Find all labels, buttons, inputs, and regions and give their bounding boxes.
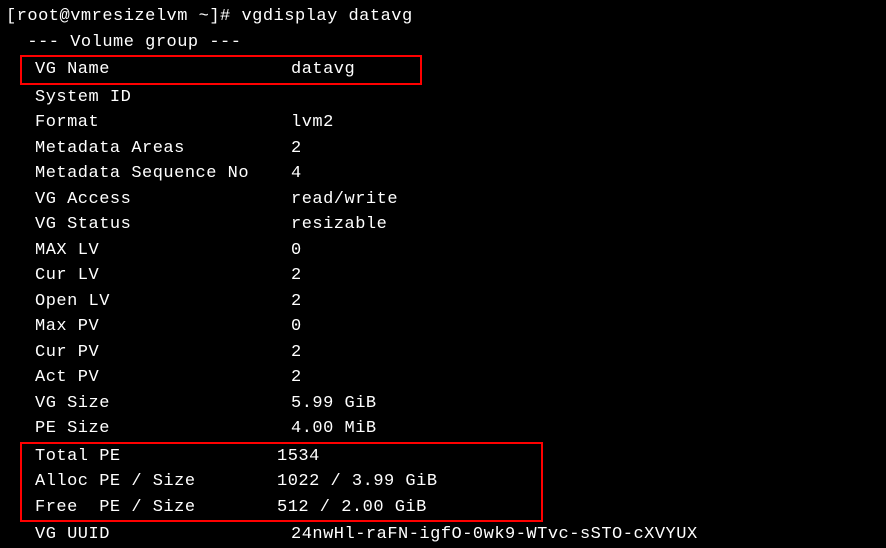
highlight-vg-name: VG Namedatavg — [20, 55, 422, 85]
label-open-lv: Open LV — [35, 289, 291, 315]
value-pe-size: 4.00 MiB — [291, 416, 377, 442]
label-format: Format — [35, 110, 291, 136]
label-total-pe: Total PE — [35, 444, 277, 470]
label-cur-pv: Cur PV — [35, 340, 291, 366]
row-max-lv: MAX LV0 — [6, 238, 880, 264]
label-vg-size: VG Size — [35, 391, 291, 417]
label-pe-size: PE Size — [35, 416, 291, 442]
row-free-pe: Free PE / Size512 / 2.00 GiB — [35, 495, 541, 521]
label-max-pv: Max PV — [35, 314, 291, 340]
label-vg-status: VG Status — [35, 212, 291, 238]
value-cur-pv: 2 — [291, 340, 302, 366]
value-open-lv: 2 — [291, 289, 302, 315]
label-system-id: System ID — [35, 85, 291, 111]
row-vg-access: VG Accessread/write — [6, 187, 880, 213]
label-vg-name: VG Name — [35, 57, 291, 83]
label-max-lv: MAX LV — [35, 238, 291, 264]
prompt-command: vgdisplay datavg — [241, 7, 412, 26]
value-vg-status: resizable — [291, 212, 387, 238]
value-act-pv: 2 — [291, 365, 302, 391]
row-metadata-areas: Metadata Areas2 — [6, 136, 880, 162]
row-format: Formatlvm2 — [6, 110, 880, 136]
row-system-id: System ID — [6, 85, 880, 111]
row-open-lv: Open LV2 — [6, 289, 880, 315]
row-act-pv: Act PV2 — [6, 365, 880, 391]
command-prompt: [root@vmresizelvm ~]# vgdisplay datavg — [6, 4, 880, 30]
value-format: lvm2 — [291, 110, 334, 136]
row-total-pe: Total PE1534 — [35, 444, 541, 470]
value-metadata-seq-no: 4 — [291, 161, 302, 187]
value-vg-access: read/write — [291, 187, 398, 213]
value-total-pe: 1534 — [277, 444, 320, 470]
row-metadata-seq-no: Metadata Sequence No4 — [6, 161, 880, 187]
label-metadata-areas: Metadata Areas — [35, 136, 291, 162]
row-cur-pv: Cur PV2 — [6, 340, 880, 366]
highlight-pe-info: Total PE1534 Alloc PE / Size1022 / 3.99 … — [20, 442, 543, 523]
value-max-lv: 0 — [291, 238, 302, 264]
label-free-pe: Free PE / Size — [35, 495, 277, 521]
label-metadata-seq-no: Metadata Sequence No — [35, 161, 291, 187]
value-metadata-areas: 2 — [291, 136, 302, 162]
row-cur-lv: Cur LV2 — [6, 263, 880, 289]
prompt-user-host: [root@vmresizelvm ~]# — [6, 7, 231, 26]
label-vg-access: VG Access — [35, 187, 291, 213]
row-vg-status: VG Statusresizable — [6, 212, 880, 238]
row-max-pv: Max PV0 — [6, 314, 880, 340]
label-cur-lv: Cur LV — [35, 263, 291, 289]
row-vg-size: VG Size5.99 GiB — [6, 391, 880, 417]
row-pe-size: PE Size4.00 MiB — [6, 416, 880, 442]
section-header: --- Volume group --- — [6, 30, 880, 56]
value-alloc-pe: 1022 / 3.99 GiB — [277, 469, 438, 495]
row-vg-name: VG Namedatavg — [35, 57, 420, 83]
value-vg-name: datavg — [291, 57, 355, 83]
label-alloc-pe: Alloc PE / Size — [35, 469, 277, 495]
value-free-pe: 512 / 2.00 GiB — [277, 495, 427, 521]
value-max-pv: 0 — [291, 314, 302, 340]
row-alloc-pe: Alloc PE / Size1022 / 3.99 GiB — [35, 469, 541, 495]
label-act-pv: Act PV — [35, 365, 291, 391]
value-vg-size: 5.99 GiB — [291, 391, 377, 417]
value-cur-lv: 2 — [291, 263, 302, 289]
